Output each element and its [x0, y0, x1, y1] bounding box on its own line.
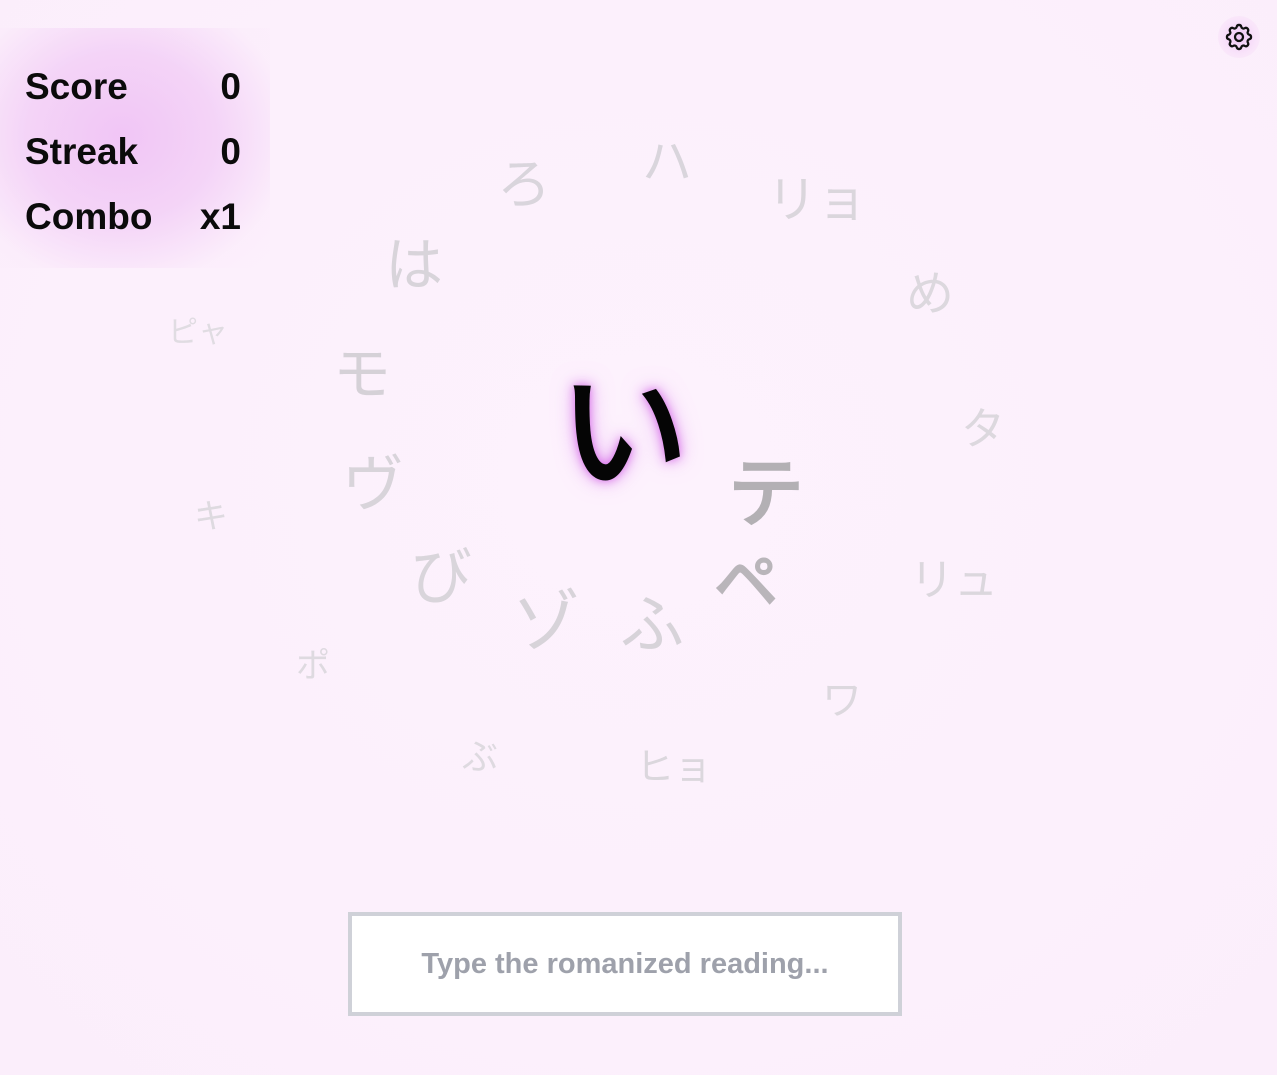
answer-input[interactable] [352, 916, 898, 1012]
floating-character: モ [333, 340, 392, 408]
score-row: Score 0 [25, 63, 241, 111]
combo-label: Combo [25, 196, 153, 237]
floating-character: ハ [642, 133, 692, 191]
streak-value: 0 [220, 131, 241, 172]
floating-character: め [906, 266, 955, 322]
floating-character: キ [194, 497, 228, 537]
floating-character: ヒョ [636, 745, 713, 789]
gear-icon [1225, 23, 1253, 51]
floating-character: タ [961, 404, 1005, 455]
score-value: 0 [220, 66, 241, 107]
current-character: い [560, 359, 689, 508]
combo-value: x1 [199, 196, 241, 237]
floating-character: ワ [822, 678, 862, 724]
score-label: Score [25, 66, 128, 107]
game-stage: Score 0 Streak 0 Combo x1 ろ ハ リョ は め ピャ … [0, 0, 1277, 1075]
floating-character: ペ [714, 547, 778, 621]
floating-character: び [410, 540, 473, 613]
floating-character: リョ [767, 171, 867, 229]
combo-row: Combo x1 [25, 193, 241, 241]
floating-character: リュ [910, 555, 998, 606]
floating-character: は [385, 231, 444, 299]
answer-input-container [348, 912, 902, 1016]
floating-character: ぶ [462, 737, 499, 778]
floating-character: ピャ [168, 315, 228, 350]
streak-row: Streak 0 [25, 128, 241, 176]
floating-character: ろ [497, 153, 551, 216]
streak-label: Streak [25, 131, 139, 172]
stats-panel: Score 0 Streak 0 Combo x1 [0, 28, 270, 268]
floating-character: ふ [620, 589, 684, 663]
floating-character: ヴ [342, 448, 405, 521]
floating-character: テ [728, 449, 804, 538]
settings-button[interactable] [1218, 16, 1260, 58]
floating-character: ゾ [512, 584, 581, 663]
floating-character: ポ [296, 646, 330, 686]
